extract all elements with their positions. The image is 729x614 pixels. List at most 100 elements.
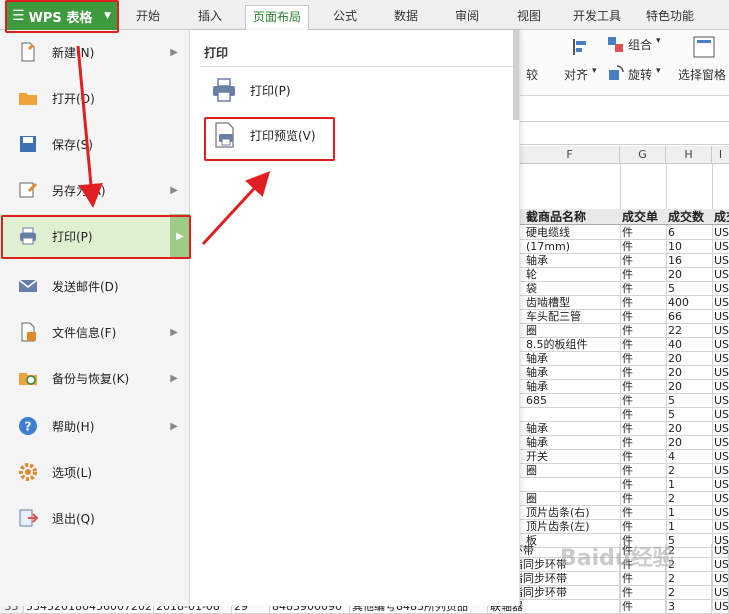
group-dropdown-icon[interactable]: ▾ <box>656 36 661 46</box>
column-header[interactable]: I <box>712 146 729 164</box>
table-cell[interactable]: 1 <box>666 478 712 491</box>
table-cell[interactable]: 2 <box>666 464 712 477</box>
selection-pane-icon[interactable] <box>693 36 715 58</box>
table-cell[interactable]: 轴承 <box>524 366 620 379</box>
table-cell[interactable]: US <box>712 558 729 571</box>
table-cell[interactable]: 齿啮槽型 <box>524 296 620 309</box>
table-cell[interactable]: 轴承 <box>524 436 620 449</box>
file-menu-item[interactable]: 选项(L) <box>0 450 190 494</box>
table-cell[interactable]: US <box>712 366 729 379</box>
table-cell[interactable]: 袋 <box>524 282 620 295</box>
align-dropdown-icon[interactable]: ▾ <box>592 66 597 76</box>
table-cell[interactable]: 件 <box>620 450 666 463</box>
table-cell[interactable]: US <box>712 506 729 519</box>
table-cell[interactable]: US <box>712 478 729 491</box>
table-cell[interactable] <box>524 408 620 421</box>
table-cell[interactable]: 顶片齿条(左) <box>524 520 620 533</box>
rotate-button[interactable]: 旋转 <box>628 66 652 83</box>
table-cell[interactable]: 件 <box>620 324 666 337</box>
group-icon[interactable] <box>607 36 625 54</box>
table-cell[interactable]: 1 <box>666 506 712 519</box>
table-cell[interactable]: 件 <box>620 268 666 281</box>
table-cell[interactable]: 件 <box>620 296 666 309</box>
table-cell[interactable] <box>524 478 620 491</box>
align-icon[interactable] <box>572 38 590 56</box>
table-cell[interactable]: US <box>712 464 729 477</box>
table-cell[interactable]: 件 <box>620 352 666 365</box>
table-cell[interactable]: 2 <box>666 572 712 585</box>
table-cell[interactable]: 685 <box>524 394 620 407</box>
table-cell[interactable]: 件 <box>620 366 666 379</box>
header-cell[interactable]: 截商品名称 <box>524 209 620 222</box>
tab-home[interactable]: 开始 <box>128 5 168 30</box>
table-cell[interactable]: 件 <box>620 394 666 407</box>
table-cell[interactable]: 件 <box>620 226 666 239</box>
column-header[interactable]: H <box>666 146 712 164</box>
table-cell[interactable]: 件 <box>620 464 666 477</box>
table-cell[interactable]: 10 <box>666 240 712 253</box>
table-cell[interactable]: 件 <box>620 600 666 613</box>
table-cell[interactable]: 20 <box>666 366 712 379</box>
table-cell[interactable]: 20 <box>666 268 712 281</box>
table-cell[interactable]: US <box>712 268 729 281</box>
table-cell[interactable]: US <box>712 520 729 533</box>
table-cell[interactable]: 4 <box>666 450 712 463</box>
table-cell[interactable]: 开关 <box>524 450 620 463</box>
table-cell[interactable]: 件 <box>620 520 666 533</box>
table-cell[interactable]: US <box>712 254 729 267</box>
table-cell[interactable]: 16 <box>666 254 712 267</box>
column-header[interactable]: F <box>520 146 620 164</box>
table-cell[interactable]: 1 <box>666 520 712 533</box>
table-cell[interactable]: US <box>712 296 729 309</box>
table-cell[interactable]: 件 <box>620 506 666 519</box>
submenu-scrollbar[interactable] <box>513 30 519 120</box>
tab-special[interactable]: 特色功能 <box>641 5 699 30</box>
header-cell[interactable]: 成交数 <box>666 209 712 222</box>
table-cell[interactable]: 轴承 <box>524 352 620 365</box>
file-menu-item[interactable]: 备份与恢复(K) ▶ <box>0 356 190 400</box>
table-cell[interactable]: 5 <box>666 394 712 407</box>
tab-developer[interactable]: 开发工具 <box>568 5 626 30</box>
header-cell[interactable]: 成交单 <box>620 209 666 222</box>
file-menu-item[interactable]: 退出(Q) <box>0 496 190 540</box>
file-menu-item[interactable]: ? 帮助(H) ▶ <box>0 404 190 448</box>
table-cell[interactable]: 件 <box>620 240 666 253</box>
table-cell[interactable]: 件 <box>620 572 666 585</box>
file-menu-item[interactable]: 另存为(A) ▶ <box>0 168 190 212</box>
table-cell[interactable]: 件 <box>620 492 666 505</box>
table-cell[interactable]: US <box>712 338 729 351</box>
table-cell[interactable]: US <box>712 492 729 505</box>
file-menu-item[interactable]: 发送邮件(D) <box>0 264 190 308</box>
file-menu-item[interactable]: 保存(S) <box>0 122 190 166</box>
table-cell[interactable]: 件 <box>620 422 666 435</box>
table-cell[interactable]: US <box>712 310 729 323</box>
table-cell[interactable]: 件 <box>620 586 666 599</box>
selection-pane-button[interactable]: 选择窗格 <box>678 66 726 83</box>
table-cell[interactable]: US <box>712 352 729 365</box>
tab-page-layout[interactable]: 页面布局 <box>245 5 309 31</box>
print-item[interactable]: 打印(P) <box>210 71 291 109</box>
table-cell[interactable]: 3 <box>666 600 712 613</box>
table-cell[interactable]: 件 <box>620 478 666 491</box>
table-cell[interactable]: US <box>712 572 729 585</box>
rotate-icon[interactable] <box>607 64 625 82</box>
tab-insert[interactable]: 插入 <box>190 5 230 30</box>
table-cell[interactable]: 5 <box>666 282 712 295</box>
table-cell[interactable]: US <box>712 450 729 463</box>
table-cell[interactable]: 件 <box>620 338 666 351</box>
table-cell[interactable]: 圈 <box>524 464 620 477</box>
table-cell[interactable]: 40 <box>666 338 712 351</box>
table-cell[interactable]: US <box>712 394 729 407</box>
table-cell[interactable]: 件 <box>620 408 666 421</box>
table-cell[interactable]: 顶片齿条(右) <box>524 506 620 519</box>
file-menu-item[interactable]: 文件信息(F) ▶ <box>0 310 190 354</box>
table-cell[interactable]: 20 <box>666 436 712 449</box>
table-cell[interactable]: US <box>712 282 729 295</box>
file-menu-item[interactable]: 打开(O) <box>0 76 190 120</box>
table-cell[interactable]: 20 <box>666 422 712 435</box>
table-cell[interactable]: 400 <box>666 296 712 309</box>
table-cell[interactable]: US <box>712 380 729 393</box>
table-cell[interactable]: 20 <box>666 380 712 393</box>
table-cell[interactable]: US <box>712 586 729 599</box>
table-cell[interactable]: 件 <box>620 282 666 295</box>
